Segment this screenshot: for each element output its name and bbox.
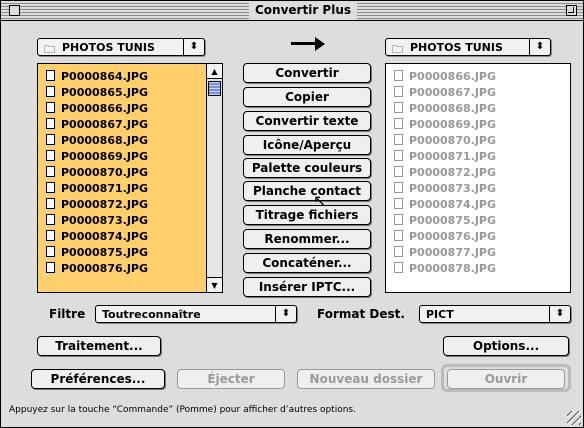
list-item[interactable]: P0000871.JPG: [46, 181, 148, 196]
document-icon: [46, 182, 55, 193]
source-folder-label: PHOTOS TUNIS: [62, 41, 155, 54]
mouse-pointer-icon: ↖: [313, 191, 327, 210]
document-icon: [394, 246, 403, 257]
document-icon: [46, 166, 55, 177]
source-list-scrollbar[interactable]: ▲ ▼: [206, 64, 222, 292]
document-icon: [394, 150, 403, 161]
close-box[interactable]: [9, 5, 20, 16]
format-dest-value: PICT: [426, 308, 454, 321]
destination-folder-label: PHOTOS TUNIS: [410, 41, 503, 54]
list-item[interactable]: P0000875.JPG: [46, 245, 148, 260]
document-icon: [46, 118, 55, 129]
list-item: P0000868.JPG: [394, 101, 496, 116]
scroll-thumb[interactable]: [208, 81, 221, 96]
zoom-box[interactable]: [566, 5, 577, 16]
options-button[interactable]: Options...: [443, 336, 569, 356]
document-icon: [394, 214, 403, 225]
window-title: Convertir Plus: [249, 1, 358, 20]
format-dest-label: Format Dest.: [317, 307, 405, 321]
document-icon: [46, 86, 55, 97]
list-item: P0000867.JPG: [394, 85, 496, 100]
list-item: P0000878.JPG: [394, 261, 496, 276]
convertir-texte-button[interactable]: Convertir texte: [243, 111, 371, 131]
traitement-button[interactable]: Traitement...: [37, 336, 161, 356]
inserer-iptc-button[interactable]: Insérer IPTC...: [243, 277, 371, 297]
preferences-button[interactable]: Préférences...: [31, 369, 165, 389]
document-icon: [46, 150, 55, 161]
folder-icon: 🗀: [392, 43, 403, 56]
folder-icon: 🗀: [44, 43, 55, 56]
title-bar[interactable]: Convertir Plus: [1, 1, 583, 21]
list-item[interactable]: P0000876.JPG: [46, 261, 148, 276]
list-item[interactable]: P0000865.JPG: [46, 85, 148, 100]
document-icon: [46, 230, 55, 241]
list-item: P0000866.JPG: [394, 69, 496, 84]
popup-arrows-icon: [183, 39, 204, 55]
convertir-button[interactable]: Convertir: [243, 63, 371, 83]
list-item: P0000871.JPG: [394, 149, 496, 164]
list-item: P0000876.JPG: [394, 229, 496, 244]
ouvrir-button[interactable]: Ouvrir: [447, 369, 565, 389]
filter-popup[interactable]: Toutreconnaître: [95, 305, 297, 323]
list-item[interactable]: P0000864.JPG: [46, 69, 148, 84]
popup-arrows-icon: [549, 306, 570, 322]
document-icon: [394, 182, 403, 193]
right-arrow-icon: [291, 37, 325, 51]
popup-arrows-icon: [275, 306, 296, 322]
list-item: P0000874.JPG: [394, 197, 496, 212]
resize-grip-icon[interactable]: [567, 411, 581, 425]
list-item[interactable]: P0000870.JPG: [46, 165, 148, 180]
document-icon: [394, 262, 403, 273]
list-item[interactable]: P0000866.JPG: [46, 101, 148, 116]
document-icon: [46, 102, 55, 113]
copier-button[interactable]: Copier: [243, 87, 371, 107]
document-icon: [394, 70, 403, 81]
document-icon: [394, 134, 403, 145]
filter-label: Filtre: [49, 307, 86, 321]
ejecter-button[interactable]: Éjecter: [177, 369, 285, 389]
popup-arrows-icon: [529, 39, 550, 55]
scroll-down-arrow-icon[interactable]: ▼: [207, 277, 222, 292]
source-file-list[interactable]: P0000864.JPG P0000865.JPG P0000866.JPG P…: [37, 63, 223, 293]
document-icon: [46, 246, 55, 257]
document-icon: [394, 102, 403, 113]
document-icon: [394, 86, 403, 97]
planche-contact-button[interactable]: Planche contact: [243, 181, 371, 201]
destination-folder-popup[interactable]: 🗀 PHOTOS TUNIS: [385, 38, 551, 56]
format-dest-popup[interactable]: PICT: [419, 305, 571, 323]
document-icon: [46, 198, 55, 209]
destination-file-list[interactable]: P0000866.JPG P0000867.JPG P0000868.JPG P…: [385, 63, 571, 293]
list-item: P0000872.JPG: [394, 165, 496, 180]
status-hint: Appuyez sur la touche “Commande” (Pomme)…: [9, 405, 356, 415]
icone-apercu-button[interactable]: Icône/Aperçu: [243, 135, 371, 155]
source-folder-popup[interactable]: 🗀 PHOTOS TUNIS: [37, 38, 205, 56]
list-item[interactable]: P0000869.JPG: [46, 149, 148, 164]
list-item[interactable]: P0000872.JPG: [46, 197, 148, 212]
palette-couleurs-button[interactable]: Palette couleurs: [243, 158, 371, 178]
list-item: P0000875.JPG: [394, 213, 496, 228]
list-item: P0000877.JPG: [394, 245, 496, 260]
document-icon: [394, 198, 403, 209]
list-item: P0000873.JPG: [394, 181, 496, 196]
main-window: Convertir Plus 🗀 PHOTOS TUNIS 🗀 PHOTOS T…: [0, 0, 584, 428]
list-item[interactable]: P0000873.JPG: [46, 213, 148, 228]
concatener-button[interactable]: Concaténer...: [243, 253, 371, 273]
scroll-up-arrow-icon[interactable]: ▲: [207, 64, 222, 79]
nouveau-dossier-button[interactable]: Nouveau dossier: [297, 369, 435, 389]
list-item[interactable]: P0000874.JPG: [46, 229, 148, 244]
filter-value: Toutreconnaître: [102, 308, 201, 321]
document-icon: [46, 70, 55, 81]
document-icon: [394, 230, 403, 241]
document-icon: [394, 166, 403, 177]
document-icon: [394, 118, 403, 129]
renommer-button[interactable]: Renommer...: [243, 229, 371, 249]
list-item: P0000870.JPG: [394, 133, 496, 148]
document-icon: [46, 214, 55, 225]
list-item: P0000869.JPG: [394, 117, 496, 132]
document-icon: [46, 134, 55, 145]
document-icon: [46, 262, 55, 273]
list-item[interactable]: P0000868.JPG: [46, 133, 148, 148]
titrage-fichiers-button[interactable]: Titrage fichiers: [243, 205, 371, 225]
list-item[interactable]: P0000867.JPG: [46, 117, 148, 132]
